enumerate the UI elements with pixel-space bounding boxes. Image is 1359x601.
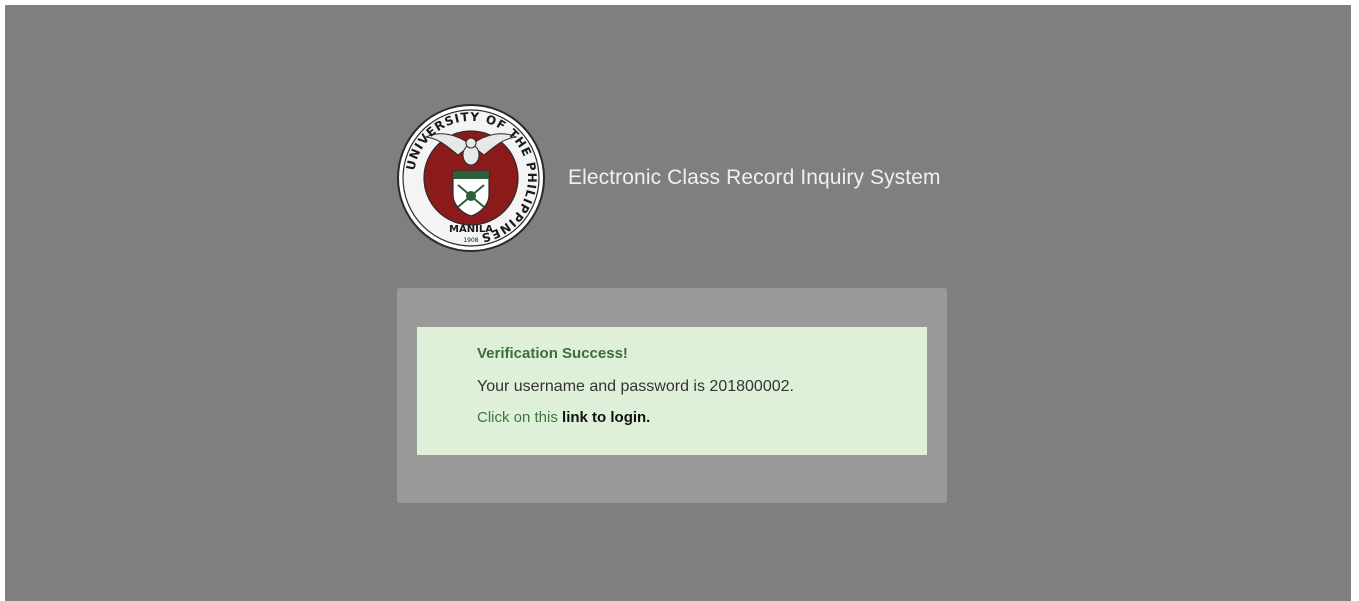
alert-link-prefix: Click on this: [477, 409, 558, 426]
alert-title: Verification Success!: [477, 345, 628, 362]
seal-year-text: 1908: [463, 237, 478, 244]
alert-link-line: Click on this link to login.: [477, 409, 927, 426]
university-seal-logo: UNIVERSITY OF THE PHILIPPINES MANILA 190…: [397, 103, 545, 252]
success-alert: Verification Success! Your username and …: [417, 327, 927, 455]
login-link[interactable]: link to login.: [562, 409, 650, 426]
alert-message: Your username and password is 201800002.: [477, 378, 794, 395]
app-title: Electronic Class Record Inquiry System: [568, 165, 941, 189]
seal-campus-text: MANILA: [449, 224, 493, 235]
verification-panel: Verification Success! Your username and …: [397, 288, 947, 503]
page-header: UNIVERSITY OF THE PHILIPPINES MANILA 190…: [396, 100, 941, 255]
